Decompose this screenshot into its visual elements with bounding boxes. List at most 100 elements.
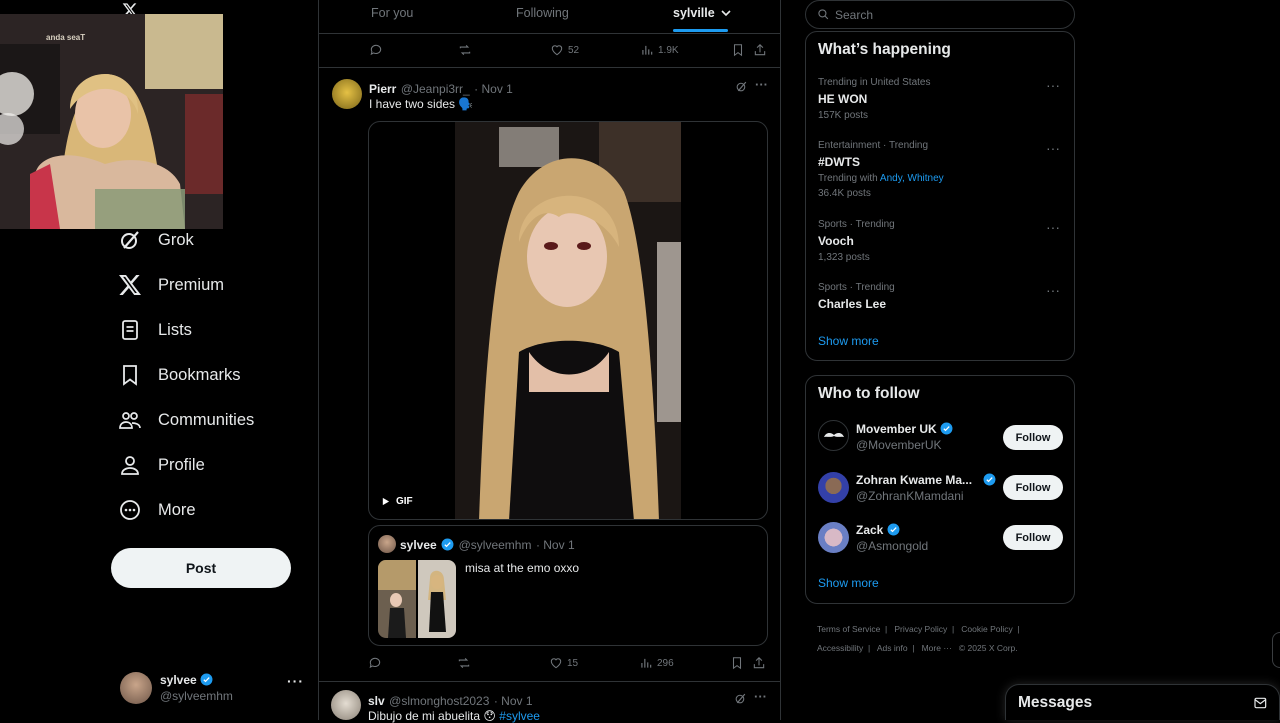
grok-drawer-edge[interactable]: [1272, 632, 1280, 668]
quote-header: sylvee @sylveemhm · Nov 1: [400, 536, 575, 554]
follow-button[interactable]: Follow: [1003, 525, 1063, 550]
reply-button[interactable]: [369, 43, 383, 57]
reply-button[interactable]: [368, 656, 382, 670]
reply-icon: [369, 657, 381, 669]
like-count: 52: [568, 44, 580, 56]
footer-link[interactable]: Cookie Policy: [961, 624, 1013, 634]
show-more-follow-link[interactable]: Show more: [818, 576, 879, 590]
follow-button[interactable]: Follow: [1003, 425, 1063, 450]
nav-more[interactable]: More: [118, 490, 196, 530]
tweet-text: I have two sides 🗣️: [369, 97, 474, 111]
share-button[interactable]: [752, 656, 766, 670]
nav-label-profile: Profile: [158, 455, 205, 474]
webcam-overlay: anda seaT: [0, 14, 223, 229]
repost-button[interactable]: [458, 43, 472, 57]
communities-icon: [119, 412, 141, 429]
play-icon: [382, 497, 390, 506]
grok-explain-icon[interactable]: [734, 692, 747, 705]
next-tweet-text-row: Dibujo de mi abuelita 😯 #sylvee: [368, 709, 540, 723]
nav-label-premium: Premium: [158, 275, 225, 294]
post-button[interactable]: Post: [111, 548, 291, 588]
verified-badge-icon: [983, 473, 996, 486]
mustache-icon: [823, 432, 844, 437]
show-more-trends-link[interactable]: Show more: [818, 334, 879, 348]
suggestion-handle: @Asmongold: [856, 539, 929, 553]
next-tweet-hashtag[interactable]: #sylvee: [499, 709, 540, 723]
next-tweet-date[interactable]: · Nov 1: [494, 694, 533, 708]
nav-bookmarks[interactable]: Bookmarks: [118, 355, 241, 395]
suggestion-avatar: [818, 522, 849, 553]
account-switcher[interactable]: sylvee @sylveemhm ···: [120, 671, 310, 707]
follow-button[interactable]: Follow: [1003, 475, 1063, 500]
quote-text: misa at the emo oxxo: [465, 561, 580, 575]
repost-button[interactable]: [457, 656, 471, 670]
nav-premium[interactable]: Premium: [118, 265, 224, 305]
footer-link[interactable]: Terms of Service: [817, 624, 880, 634]
messages-drawer[interactable]: Messages: [1005, 684, 1280, 720]
reply-icon: [370, 44, 382, 56]
quoted-tweet[interactable]: sylvee @sylveemhm · Nov 1 misa at the em…: [368, 525, 768, 646]
gif-label: GIF: [396, 496, 413, 507]
footer-link[interactable]: Privacy Policy: [894, 624, 947, 634]
tab-sylville[interactable]: sylville: [673, 6, 731, 20]
quote-media[interactable]: [378, 560, 456, 638]
next-tweet-header: slv @slmonghost2023 · Nov 1: [368, 692, 533, 710]
trend-with-names[interactable]: Andy, Whitney: [880, 173, 944, 184]
suggestion-name: Zohran Kwame Ma...: [856, 473, 973, 487]
trend-more-icon[interactable]: ···: [1046, 77, 1060, 93]
tab-for-you[interactable]: For you: [371, 6, 413, 20]
bookmark-icon: [732, 657, 742, 670]
share-button[interactable]: [753, 43, 767, 57]
verified-badge-icon: [940, 422, 953, 435]
next-tweet-more-icon[interactable]: ···: [754, 689, 767, 704]
nav-label-more: More: [158, 500, 196, 519]
x-premium-icon: [119, 275, 141, 295]
tab-following[interactable]: Following: [516, 6, 569, 20]
views-button[interactable]: 296: [639, 656, 674, 670]
trend-more-icon[interactable]: ···: [1046, 219, 1060, 235]
next-tweet-author-handle[interactable]: @slmonghost2023: [389, 694, 489, 708]
webcam-overlay-text: anda seaT: [46, 33, 86, 42]
trend-more-icon[interactable]: ···: [1046, 282, 1060, 298]
next-tweet-author-name[interactable]: slv: [368, 694, 385, 708]
like-count: 15: [567, 657, 579, 669]
tweet-media-gif[interactable]: GIF: [368, 121, 768, 520]
footer-link[interactable]: Ads info: [877, 643, 908, 653]
nav-lists[interactable]: Lists: [118, 310, 192, 350]
new-message-icon[interactable]: [1253, 695, 1269, 711]
search-input[interactable]: Search: [805, 0, 1075, 29]
nav-communities[interactable]: Communities: [118, 400, 254, 440]
footer-link[interactable]: More ···: [922, 643, 952, 653]
who-to-follow-title: Who to follow: [818, 385, 920, 402]
tweet-author-handle[interactable]: @Jeanpi3rr_: [401, 82, 470, 96]
gif-badge[interactable]: GIF: [381, 496, 413, 507]
tweet-date[interactable]: · Nov 1: [474, 82, 513, 96]
quote-author-name: sylvee: [400, 538, 437, 552]
views-count: 296: [657, 657, 674, 669]
quote-author-handle: @sylveemhm: [458, 538, 532, 552]
like-button[interactable]: 15: [549, 656, 578, 670]
grok-explain-icon[interactable]: [735, 80, 748, 93]
trend-name: Vooch: [818, 234, 854, 248]
footer-link[interactable]: Accessibility: [817, 643, 863, 653]
tweet-avatar[interactable]: [332, 79, 362, 109]
bookmark-button[interactable]: [730, 656, 744, 670]
trend-meta: Trending in United States: [818, 77, 931, 88]
tweet-more-icon[interactable]: ···: [755, 77, 768, 92]
whats-happening-panel: What’s happening Trending in United Stat…: [805, 31, 1075, 361]
views-button[interactable]: 1.9K: [640, 43, 679, 57]
views-icon: [641, 658, 652, 668]
right-sidebar: Search What’s happening Trending in Unit…: [805, 0, 1075, 720]
like-button[interactable]: 52: [550, 43, 579, 57]
tweet-author-name[interactable]: Pierr: [369, 82, 396, 96]
bookmark-button[interactable]: [731, 43, 745, 57]
account-more-icon[interactable]: ···: [287, 673, 304, 689]
nav-label-bookmarks: Bookmarks: [158, 365, 241, 384]
trend-more-icon[interactable]: ···: [1046, 140, 1060, 156]
next-tweet-avatar[interactable]: [331, 690, 361, 720]
whats-happening-title: What’s happening: [818, 41, 951, 58]
tweet-divider: [319, 67, 781, 68]
nav-profile[interactable]: Profile: [118, 445, 205, 485]
account-handle: @sylveemhm: [160, 689, 233, 703]
suggestion-avatar: [818, 420, 849, 451]
